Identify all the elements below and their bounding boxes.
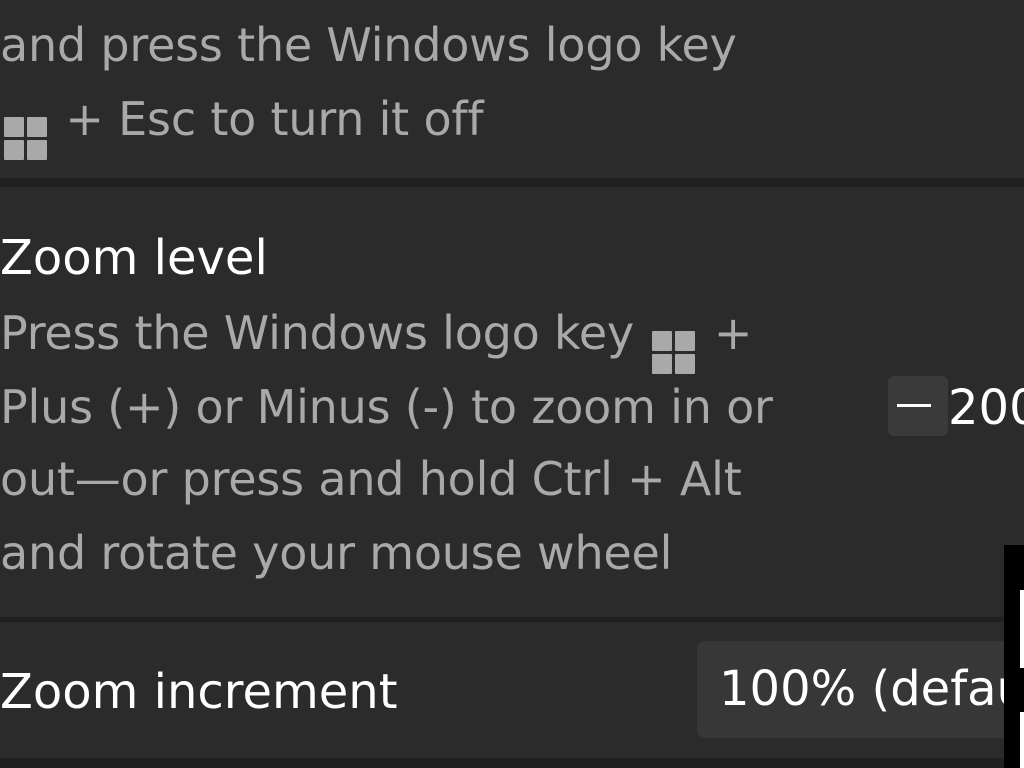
- window-edge-highlight: [1020, 712, 1024, 768]
- magnifier-settings-page: and press the Windows logo key + Esc to …: [0, 0, 1024, 768]
- windows-logo-icon: [4, 117, 47, 160]
- zoom-level-title: Zoom level: [0, 230, 268, 286]
- zoom-increment-dropdown[interactable]: 100% (defau: [697, 641, 1024, 738]
- zoom-level-description-line: out—or press and hold Ctrl + Alt: [0, 452, 742, 506]
- window-edge-highlight: [1020, 590, 1024, 668]
- zoom-desc-prefix: Press the Windows logo key: [0, 306, 649, 360]
- zoom-increment-selected-value: 100% (defau: [719, 661, 1024, 717]
- zoom-increment-title: Zoom increment: [0, 664, 398, 720]
- shortcut-esc-text: + Esc to turn it off: [51, 92, 484, 146]
- zoom-level-value: 200: [948, 380, 1024, 436]
- zoom-decrease-button[interactable]: [888, 376, 948, 436]
- windows-logo-icon: [652, 331, 696, 374]
- shortcut-description-line: + Esc to turn it off: [0, 82, 484, 160]
- shortcut-description-line: and press the Windows logo key: [0, 18, 737, 72]
- zoom-desc-suffix: +: [699, 306, 753, 360]
- zoom-level-description-line: Plus (+) or Minus (-) to zoom in or: [0, 380, 773, 434]
- zoom-level-description-line: and rotate your mouse wheel: [0, 526, 673, 580]
- zoom-level-description-line: Press the Windows logo key +: [0, 296, 752, 374]
